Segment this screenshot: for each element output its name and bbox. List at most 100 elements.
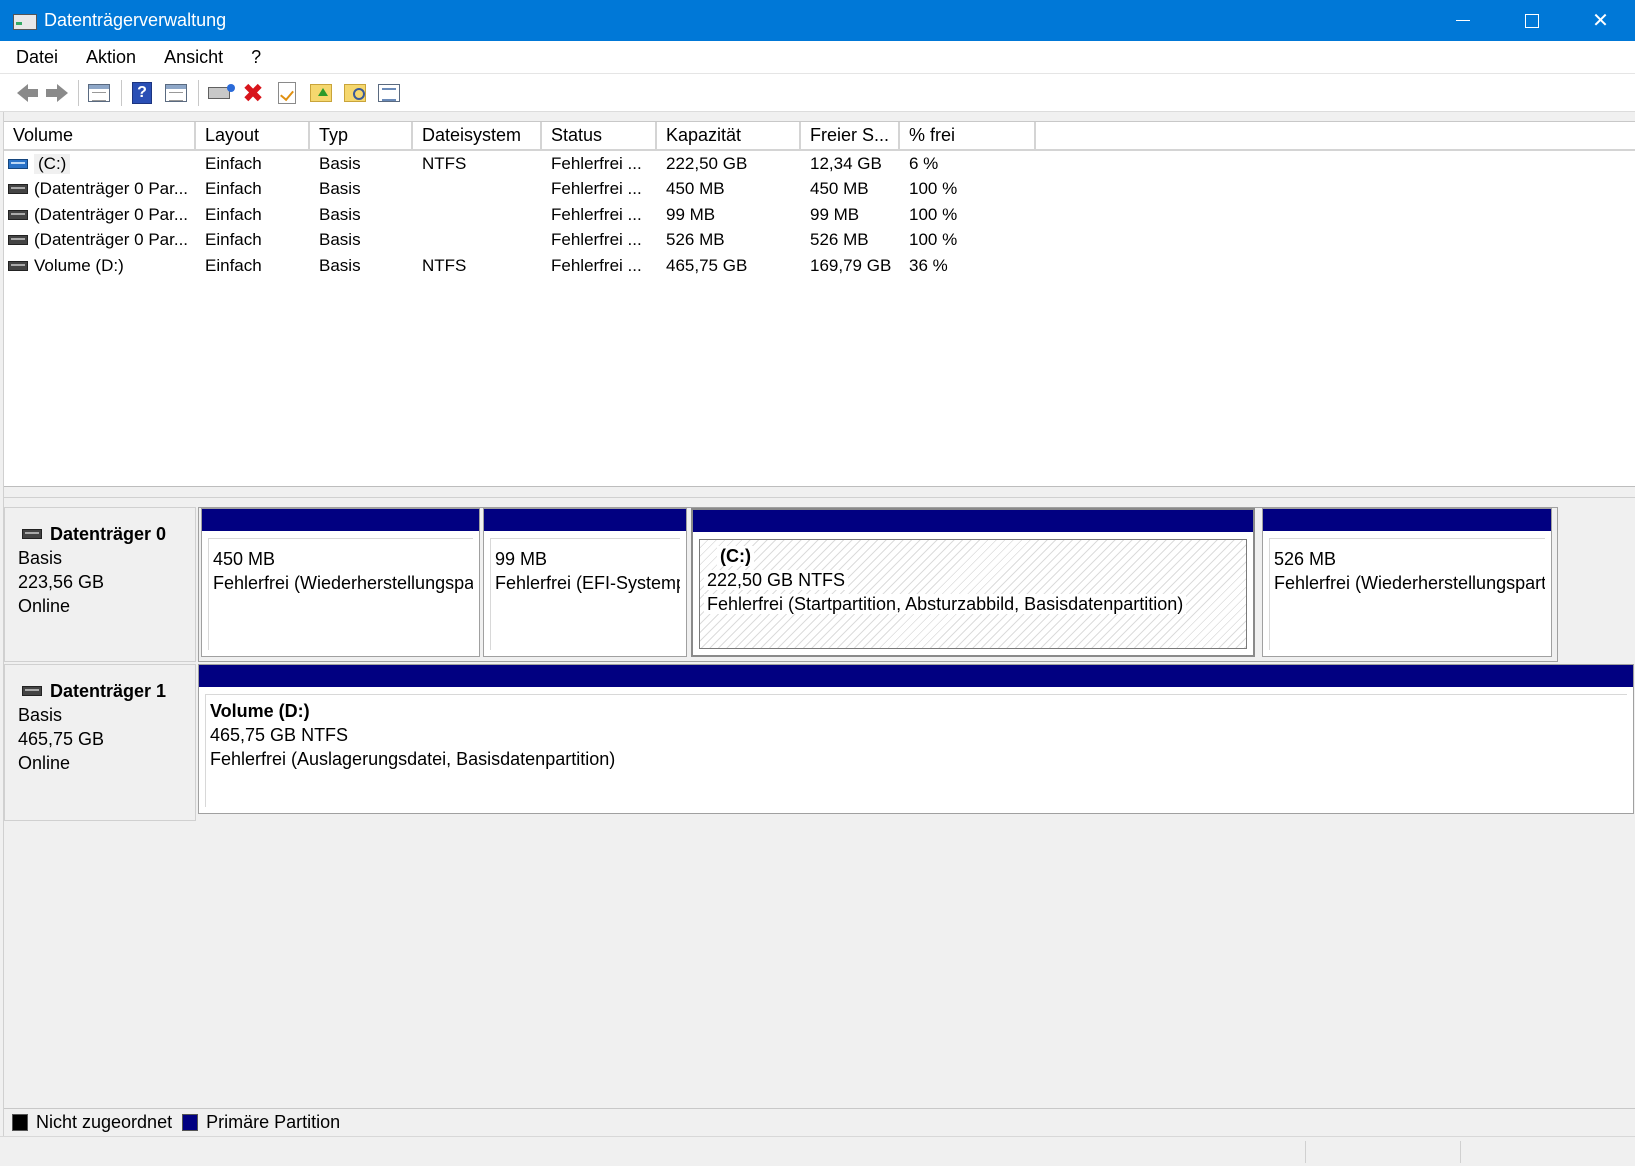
- menu-aktion[interactable]: Aktion: [74, 47, 148, 68]
- disk-name: Datenträger 1: [50, 681, 167, 701]
- volume-percent-free: 100 %: [909, 204, 958, 224]
- column-header-dateisystem[interactable]: Dateisystem: [413, 122, 542, 151]
- help-icon: ?: [132, 81, 152, 104]
- drive-icon: [22, 686, 42, 696]
- volume-layout: Einfach: [205, 204, 262, 224]
- menu-ansicht[interactable]: Ansicht: [152, 47, 235, 68]
- back-button[interactable]: [8, 79, 38, 107]
- volume-status: Fehlerfrei ...: [551, 179, 642, 199]
- folder-search-icon: [344, 83, 366, 102]
- help-button[interactable]: ?: [128, 79, 156, 107]
- volume-name: (Datenträger 0 Par...: [34, 204, 189, 224]
- column-header-typ[interactable]: Typ: [310, 122, 413, 151]
- partition-size: 222,50 GB NTFS: [704, 570, 849, 590]
- volume-percent-free: 6 %: [909, 153, 939, 173]
- table-row[interactable]: Volume (D:) Einfach Basis NTFS Fehlerfre…: [4, 253, 1635, 279]
- connect-drive-button[interactable]: [205, 79, 235, 107]
- volume-free-space: 169,79 GB: [810, 255, 892, 275]
- window-controls: ✕: [1428, 0, 1635, 41]
- table-row[interactable]: (Datenträger 0 Par... Einfach Basis Fehl…: [4, 228, 1635, 254]
- column-header-volume[interactable]: Volume: [4, 122, 196, 151]
- drive-icon: [8, 235, 28, 246]
- column-header-kapazitaet[interactable]: Kapazität: [657, 122, 801, 151]
- partition-status: Fehlerfrei (EFI-Systempartition): [495, 573, 680, 593]
- list-view-button[interactable]: [375, 79, 403, 107]
- table-row[interactable]: (C:) Einfach Basis NTFS Fehlerfrei ... 2…: [4, 151, 1635, 177]
- partition-c[interactable]: (C:) 222,50 GB NTFS Fehlerfrei (Startpar…: [691, 508, 1255, 657]
- connect-drive-icon: [208, 83, 235, 99]
- menu-datei[interactable]: Datei: [4, 47, 70, 68]
- folder-up-button[interactable]: [307, 79, 335, 107]
- table-row[interactable]: (Datenträger 0 Par... Einfach Basis Fehl…: [4, 177, 1635, 203]
- properties-button[interactable]: [273, 79, 301, 107]
- disk-size: 223,56 GB: [18, 572, 105, 592]
- column-header-freier-speicher[interactable]: Freier S...: [801, 122, 900, 151]
- disk-name: Datenträger 0: [50, 524, 167, 544]
- show-hide-console-tree-button[interactable]: [85, 79, 113, 107]
- partition-recovery-1[interactable]: 450 MB Fehlerfrei (Wiederherstellungspar…: [201, 508, 480, 657]
- volume-name: (Datenträger 0 Par...: [34, 179, 189, 199]
- partition-name: (C:): [717, 546, 754, 566]
- title-bar: Datenträgerverwaltung ✕: [0, 0, 1635, 41]
- volume-list: Volume Layout Typ Dateisystem Status Kap…: [4, 121, 1635, 486]
- partition-status: Fehlerfrei (Wiederherstellungspartition): [213, 573, 473, 593]
- disk-1: Datenträger 1 Basis 465,75 GB Online Vol…: [4, 664, 1635, 821]
- pane-splitter[interactable]: [4, 486, 1635, 498]
- maximize-button[interactable]: [1497, 0, 1566, 41]
- disk-1-info[interactable]: Datenträger 1 Basis 465,75 GB Online: [4, 664, 196, 821]
- volume-free-space: 12,34 GB: [810, 153, 882, 173]
- volume-filesystem: NTFS: [422, 153, 467, 173]
- toolbar: ? ✖: [0, 74, 1635, 112]
- toolbar-separator: [121, 79, 122, 106]
- partition-size: 526 MB: [1274, 549, 1337, 569]
- menu-help[interactable]: ?: [239, 47, 273, 68]
- column-header-prozent-frei[interactable]: % frei: [900, 122, 1036, 151]
- partition-size: 99 MB: [495, 549, 548, 569]
- volume-layout: Einfach: [205, 255, 262, 275]
- toolbar-separator: [78, 79, 79, 106]
- delete-button[interactable]: ✖: [239, 79, 267, 107]
- volume-name: Volume (D:): [34, 255, 124, 275]
- minimize-button[interactable]: [1428, 0, 1497, 41]
- maximize-icon: [1524, 13, 1539, 28]
- legend: Nicht zugeordnet Primäre Partition: [4, 1108, 1635, 1136]
- column-header-filler: [1036, 122, 1635, 151]
- column-header-layout[interactable]: Layout: [196, 122, 310, 151]
- forward-button[interactable]: [42, 79, 70, 107]
- partition-efi[interactable]: 99 MB Fehlerfrei (EFI-Systempartition): [483, 508, 687, 657]
- volume-status: Fehlerfrei ...: [551, 255, 642, 275]
- volume-capacity: 99 MB: [666, 204, 716, 224]
- drive-icon: [8, 184, 28, 195]
- toolbar-separator: [198, 79, 199, 106]
- volume-capacity: 526 MB: [666, 230, 725, 250]
- folder-search-button[interactable]: [341, 79, 369, 107]
- close-button[interactable]: ✕: [1566, 0, 1635, 41]
- folder-up-icon: [310, 83, 332, 102]
- volume-layout: Einfach: [205, 230, 262, 250]
- volume-type: Basis: [319, 179, 361, 199]
- show-hide-action-pane-button[interactable]: [162, 79, 190, 107]
- partition-status: Fehlerfrei (Startpartition, Absturzabbil…: [704, 594, 1187, 614]
- unallocated-swatch: [12, 1114, 28, 1131]
- disk-0-partitions: 450 MB Fehlerfrei (Wiederherstellungspar…: [198, 507, 1558, 662]
- partition-d[interactable]: Volume (D:) 465,75 GB NTFS Fehlerfrei (A…: [198, 664, 1634, 814]
- table-row[interactable]: (Datenträger 0 Par... Einfach Basis Fehl…: [4, 202, 1635, 228]
- primary-partition-bar: [202, 509, 479, 531]
- window-title: Datenträgerverwaltung: [44, 10, 227, 30]
- drive-icon: [8, 260, 28, 271]
- show-hide-console-tree-icon: [88, 83, 110, 102]
- partition-recovery-2[interactable]: 526 MB Fehlerfrei (Wiederherstellungspar…: [1262, 508, 1552, 657]
- column-header-status[interactable]: Status: [542, 122, 657, 151]
- disk-0-info[interactable]: Datenträger 0 Basis 223,56 GB Online: [4, 507, 196, 662]
- disk-0: Datenträger 0 Basis 223,56 GB Online 450…: [4, 507, 1635, 662]
- legend-unallocated: Nicht zugeordnet: [36, 1112, 173, 1132]
- primary-partition-bar: [693, 510, 1253, 532]
- status-bar: [0, 1136, 1635, 1166]
- disk-1-partitions: Volume (D:) 465,75 GB NTFS Fehlerfrei (A…: [198, 664, 1634, 814]
- properties-icon: [278, 81, 296, 104]
- volume-name: (Datenträger 0 Par...: [34, 230, 189, 250]
- status-separator: [1460, 1141, 1461, 1163]
- disk-state: Online: [18, 596, 71, 616]
- menu-bar: Datei Aktion Ansicht ?: [0, 41, 1635, 74]
- partition-status: Fehlerfrei (Wiederherstellungspartition): [1274, 573, 1545, 593]
